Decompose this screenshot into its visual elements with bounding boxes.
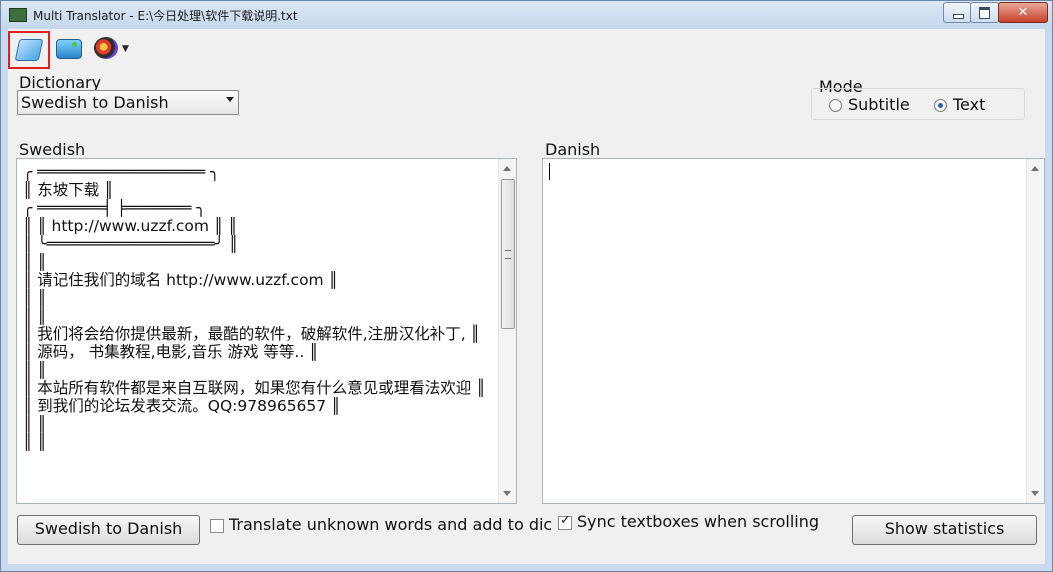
source-line: ║ ║ (23, 253, 47, 271)
title-bar[interactable]: Multi Translator - E:\今日处理\软件下载说明.txt ✕ (1, 1, 1052, 29)
source-line: ║ ║ (23, 361, 47, 379)
dropdown-caret-icon: ▼ (122, 44, 129, 54)
chevron-down-icon (226, 97, 234, 102)
scroll-down-icon[interactable] (503, 491, 511, 496)
source-line: ║ ║ (23, 433, 47, 451)
source-line: ║ ║ (23, 307, 47, 325)
source-line: ║ 请记住我们的域名 http://www.uzzf.com ║ (23, 271, 338, 289)
source-language-label: Swedish (19, 140, 86, 159)
text-caret (549, 163, 550, 180)
maximize-icon (979, 7, 990, 19)
scroll-down-icon[interactable] (1031, 491, 1039, 496)
source-line: ║ 东坡下载 ║ (23, 181, 114, 199)
target-textbox[interactable] (542, 158, 1045, 504)
status-dot-icon (72, 42, 77, 47)
scroll-up-icon[interactable] (503, 166, 511, 171)
close-button[interactable]: ✕ (998, 2, 1048, 23)
source-line: ║ ║ http://www.uzzf.com ║ ║ (23, 217, 238, 235)
dictionary-select[interactable]: Swedish to Danish (17, 90, 239, 115)
unknown-words-checkbox[interactable] (210, 519, 224, 533)
source-line: ║ ║ (23, 289, 47, 307)
target-language-label: Danish (545, 140, 601, 159)
scrollbar-thumb[interactable] (501, 179, 515, 329)
source-line: ║ 我们将会给你提供最新，最酷的软件，破解软件,注册汉化补丁, ║ (23, 325, 480, 343)
translate-icon (56, 39, 82, 59)
main-window: Multi Translator - E:\今日处理\软件下载说明.txt ✕ … (0, 0, 1053, 572)
paint-toolbar-button[interactable]: ▼ (90, 31, 129, 67)
mode-group (811, 88, 1025, 120)
mode-text-radio[interactable] (934, 99, 947, 112)
source-text: ╭ ══════════════════ ╮ ║ 东坡下载 ║ ╭ ══════… (23, 163, 495, 451)
scroll-up-icon[interactable] (1031, 166, 1039, 171)
show-statistics-button[interactable]: Show statistics (852, 515, 1037, 545)
source-line: ╭ ═══════╡ ╞═══════ ╮ (23, 199, 206, 217)
source-line: ║ 到我们的论坛发表交流。QQ:978965657 ║ (23, 397, 341, 415)
source-scrollbar[interactable] (498, 159, 516, 503)
mode-subtitle-label[interactable]: Subtitle (848, 95, 910, 114)
grip-icon (505, 250, 511, 259)
source-line: ║ 本站所有软件都是来自互联网，如果您有什么意见或理看法欢迎 ║ (23, 379, 486, 397)
target-scrollbar[interactable] (1026, 159, 1044, 503)
app-icon (9, 8, 27, 22)
maximize-button[interactable] (970, 2, 999, 23)
dictionary-select-value: Swedish to Danish (21, 93, 169, 112)
client-area: ▼ Dictionary Swedish to Danish Mode Subt… (8, 29, 1045, 564)
source-line: ║ ╰══════════════════╯ ║ (23, 235, 239, 253)
paint-icon (94, 37, 118, 59)
sync-label[interactable]: Sync textboxes when scrolling (577, 512, 819, 531)
close-icon: ✕ (1017, 5, 1029, 20)
minimize-icon (953, 14, 964, 19)
translate-toolbar-button[interactable] (50, 31, 88, 67)
source-line: ║ 源码， 书集教程,电影,音乐 游戏 等等.. ║ (23, 343, 319, 361)
translate-button[interactable]: Swedish to Danish (17, 515, 200, 545)
minimize-button[interactable] (943, 2, 972, 23)
source-line: ║ ║ (23, 415, 47, 433)
sync-checkbox[interactable] (558, 513, 572, 530)
window-title: Multi Translator - E:\今日处理\软件下载说明.txt (33, 9, 298, 23)
dictionary-icon (14, 39, 44, 61)
mode-subtitle-radio[interactable] (829, 99, 842, 112)
unknown-words-label[interactable]: Translate unknown words and add to dic (229, 515, 552, 534)
mode-text-label[interactable]: Text (953, 95, 985, 114)
source-line: ╭ ══════════════════ ╮ (23, 163, 220, 181)
dictionary-toolbar-button[interactable] (8, 31, 50, 69)
source-textbox[interactable]: ╭ ══════════════════ ╮ ║ 东坡下载 ║ ╭ ══════… (16, 158, 517, 504)
